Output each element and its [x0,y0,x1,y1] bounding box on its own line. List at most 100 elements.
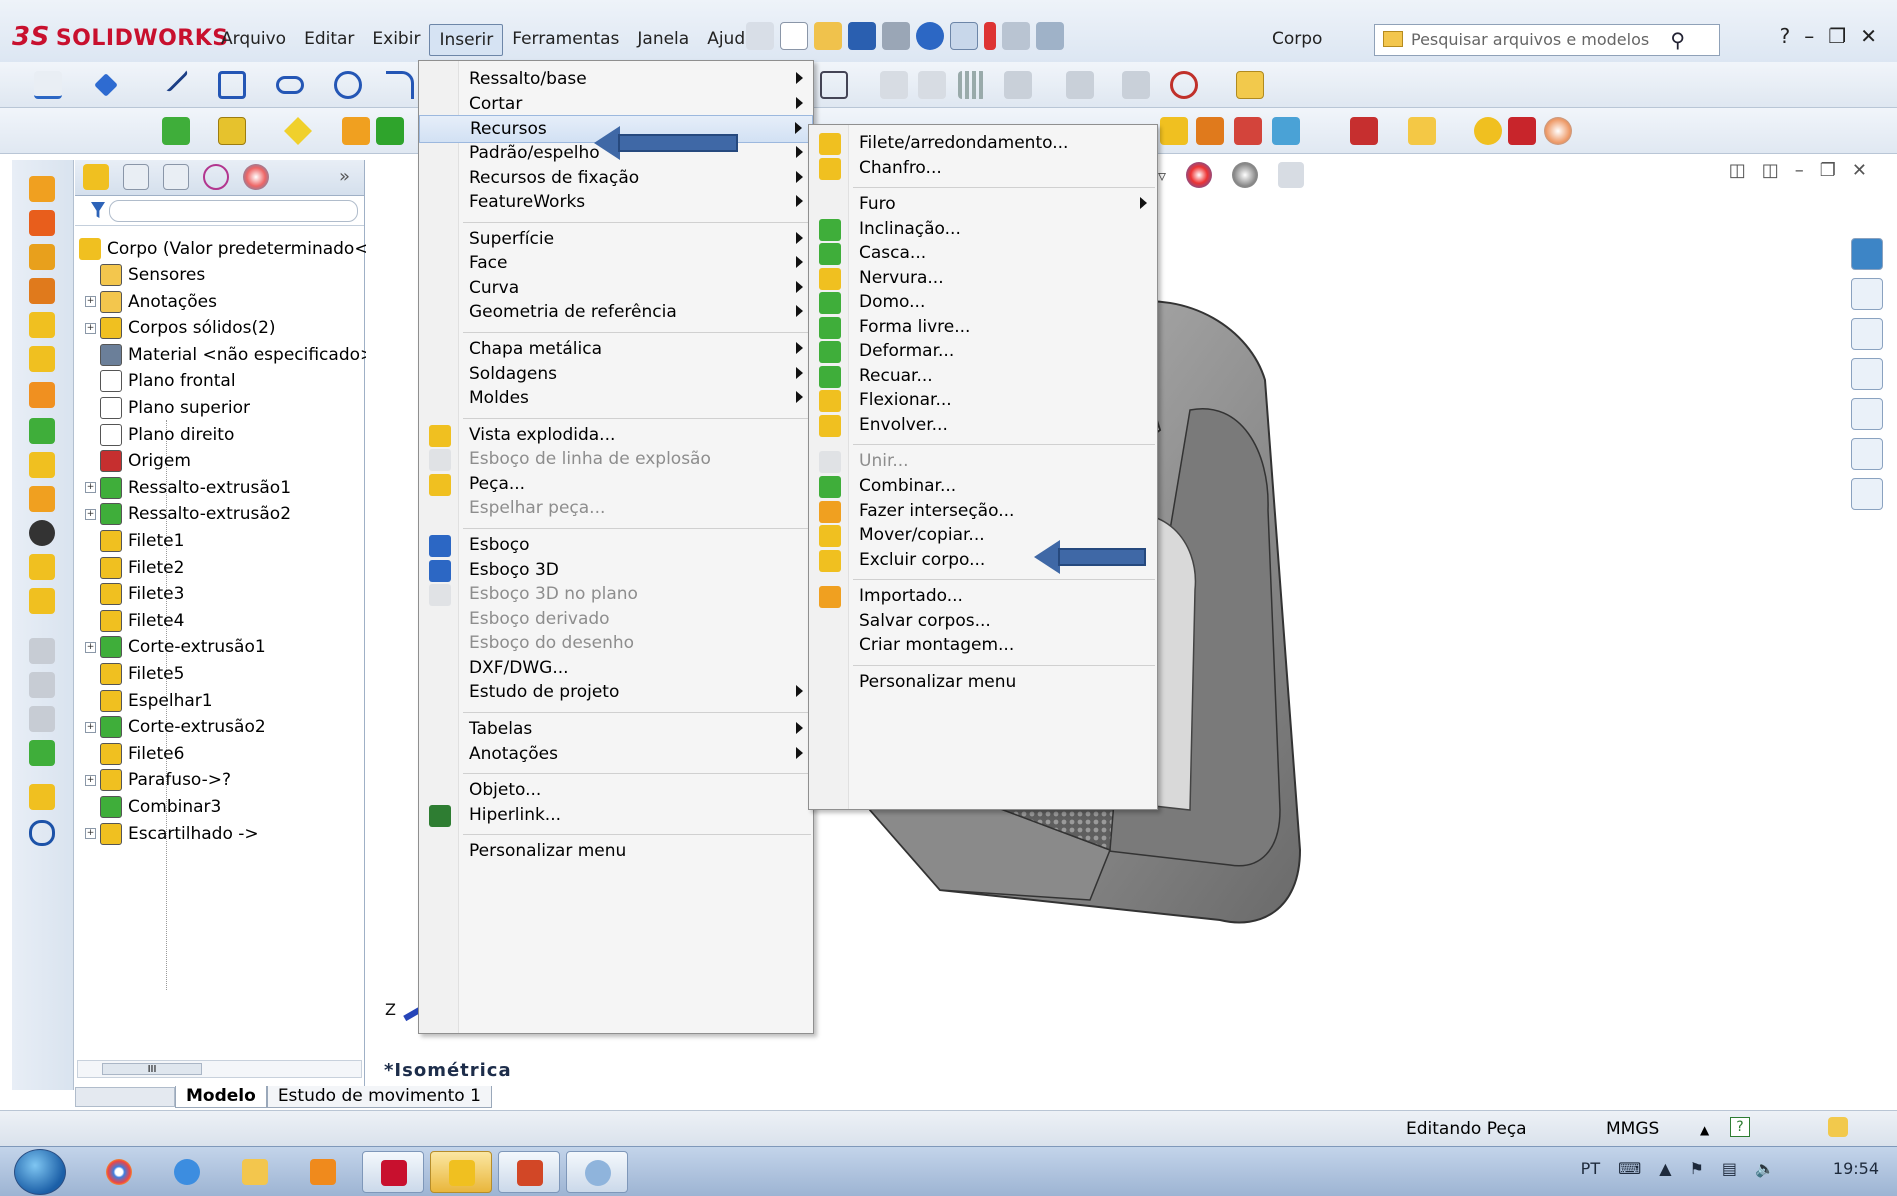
clock[interactable]: 19:54 [1833,1159,1879,1178]
menu-item[interactable]: Furo [809,191,1157,219]
menu-item[interactable]: Estudo de projeto [419,679,813,707]
taskbar-chrome[interactable] [88,1151,150,1193]
status-units[interactable]: MMGS [1606,1119,1659,1139]
tab-navigation-arrows[interactable] [75,1087,175,1107]
menu-item[interactable]: Face [419,250,813,278]
show-hidden-icons-icon[interactable]: ▲ [1659,1159,1671,1178]
tree-item[interactable]: Combinar3 [85,794,221,820]
revolved-cut-icon[interactable] [29,382,55,408]
close-icon[interactable]: ✕ [1860,24,1877,48]
home-icon[interactable] [1851,278,1883,310]
extruded-boss-side-icon[interactable] [29,176,55,202]
tree-item[interactable]: Origem [85,448,191,474]
resources-icon[interactable] [1851,238,1883,270]
expand-plus-icon[interactable]: + [85,828,96,840]
menu-item[interactable]: Envolver... [809,412,1157,440]
tree-item[interactable]: Espelhar1 [85,688,213,714]
menu-item[interactable]: Ressalto/base [419,66,813,94]
language-indicator[interactable]: PT [1581,1159,1600,1178]
reference-geometry-icon[interactable] [29,784,55,810]
curves-icon[interactable] [29,820,55,846]
open-folder-icon[interactable] [814,22,842,50]
rebuild-traffic-light-icon[interactable] [984,22,996,50]
taskbar-ie[interactable] [156,1151,218,1193]
tree-item[interactable]: Filete2 [85,555,184,581]
print-icon[interactable] [882,22,910,50]
circle-icon[interactable] [334,71,362,99]
dome-side-icon[interactable] [29,740,55,766]
select-pointer-icon[interactable] [950,22,978,50]
instant3d-icon[interactable] [1408,117,1436,145]
appearances-icon[interactable] [1851,438,1883,470]
taskbar-powerpoint[interactable] [498,1151,560,1193]
file-explorer-icon[interactable] [1851,358,1883,390]
expand-plus-icon[interactable]: + [85,508,96,520]
menu-item[interactable]: Esboço [419,532,813,560]
menu-item[interactable]: Casca... [809,240,1157,268]
configuration-manager-tab-icon[interactable] [163,164,189,190]
hole-wizard-icon[interactable] [29,520,55,546]
status-help-icon[interactable]: ? [1730,1117,1750,1137]
action-center-flag-icon[interactable]: ⚑ [1690,1159,1704,1178]
lofted-boss-icon[interactable] [29,278,55,304]
tree-item[interactable]: + Ressalto-extrusão1 [85,475,291,501]
expand-plus-icon[interactable]: + [85,721,96,733]
network-icon[interactable]: ▤ [1722,1159,1737,1178]
menu-item[interactable]: Objeto... [419,777,813,805]
section-view-icon[interactable]: ▿ [1158,166,1166,185]
menu-item[interactable]: FeatureWorks [419,189,813,217]
solidworks-logo[interactable]: 3S SOLIDWORKS [12,22,229,52]
tree-item[interactable]: + Anotações [85,289,217,315]
edit-appearance-icon[interactable] [1186,162,1213,188]
extruded-cut-side-icon[interactable] [29,346,55,372]
menu-item[interactable]: Chapa metálica [419,336,813,364]
tree-item[interactable]: Filete5 [85,661,184,687]
expand-plus-icon[interactable]: + [85,641,96,653]
view-settings-icon[interactable] [1278,162,1305,188]
search-icon[interactable]: ⚲ [1670,28,1685,52]
trim-icon[interactable] [880,71,908,99]
menu-item[interactable]: Importado... [809,583,1157,611]
expand-chevron-icon[interactable]: » [339,166,350,187]
lofted-cut-icon[interactable] [29,452,55,478]
property-manager-tab-icon[interactable] [123,164,149,190]
menu-item[interactable]: Chanfro... [809,155,1157,183]
tree-item[interactable]: Plano superior [85,395,250,421]
dimxpert-tab-icon[interactable] [203,164,229,190]
move-copy-toolbar-icon[interactable] [1272,117,1300,145]
menu-item[interactable]: Deformar... [809,338,1157,366]
swept-cut-icon[interactable] [29,418,55,444]
restore-icon[interactable]: ❐ [1828,24,1846,48]
boundary-cut-icon[interactable] [29,486,55,512]
taskbar-solidworks-part[interactable] [430,1151,492,1193]
taskbar-explorer[interactable] [224,1151,286,1193]
viewport-close-icon[interactable]: ✕ [1852,160,1867,181]
feature-manager-tab-icon[interactable] [83,164,109,190]
tree-item[interactable]: + Corte-extrusão2 [85,714,266,740]
tree-root-part[interactable]: Corpo (Valor predeterminado<< [79,236,383,262]
expand-plus-icon[interactable]: + [85,322,96,334]
design-library-icon[interactable] [1851,318,1883,350]
expand-plus-icon[interactable]: + [85,296,96,308]
tab-estudo-movimento[interactable]: Estudo de movimento 1 [266,1086,492,1108]
menu-arquivo[interactable]: Arquivo [212,24,295,56]
menu-item[interactable]: Combinar... [809,473,1157,501]
volume-icon[interactable]: 🔈 [1755,1159,1775,1178]
tree-item[interactable]: Filete6 [85,741,184,767]
menu-item[interactable]: Personalizar menu [809,669,1157,697]
menu-item[interactable]: Moldes [419,385,813,413]
units-caret-icon[interactable]: ▲ [1700,1123,1709,1137]
display-manager-tab-icon[interactable] [243,164,269,190]
fillet-icon[interactable] [284,117,312,145]
keyboard-icon[interactable]: ⌨ [1618,1159,1641,1178]
tree-scroll-thumb[interactable]: III [102,1063,202,1075]
rib-side-icon[interactable] [29,554,55,580]
menu-item[interactable]: Tabelas [419,716,813,744]
extruded-boss-icon[interactable] [162,117,190,145]
start-button[interactable] [14,1149,66,1195]
flex-icon[interactable] [1196,117,1224,145]
tree-item[interactable]: + Escartilhado -> [85,821,259,847]
filter-input[interactable] [109,200,358,222]
menu-item[interactable]: Geometria de referência [419,299,813,327]
relations-icon[interactable] [1066,71,1094,99]
